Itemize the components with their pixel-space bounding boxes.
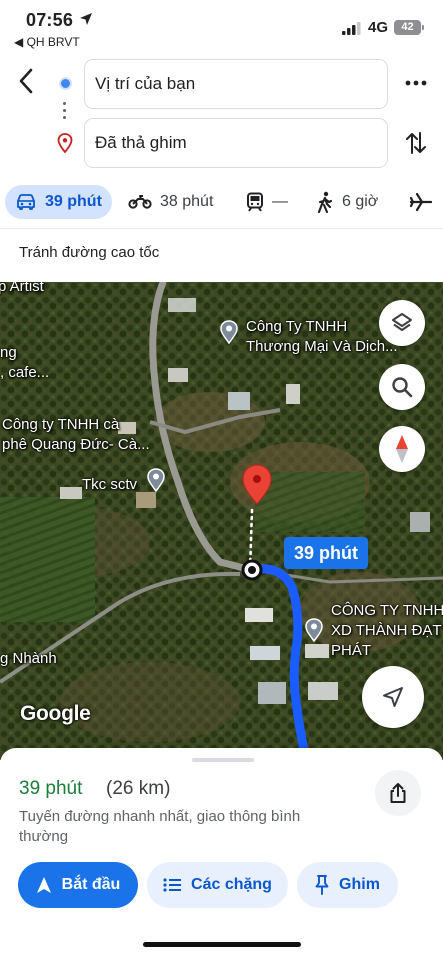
- route-duration: 39 phút: [19, 778, 83, 799]
- map-label-company1-line2[interactable]: Thương Mại Và Dịch...: [246, 338, 398, 356]
- layers-button[interactable]: [379, 300, 425, 346]
- destination-input[interactable]: Đã thả ghim: [84, 118, 388, 168]
- satellite-map[interactable]: p Artist ng , cafe... Công Ty TNHH Thươn…: [0, 282, 443, 760]
- search-along-route-button[interactable]: [379, 364, 425, 410]
- poi-marker-icon[interactable]: [305, 618, 323, 642]
- route-eta-bubble[interactable]: 39 phút: [284, 537, 369, 569]
- search-icon: [392, 377, 413, 398]
- compass-icon: [396, 435, 408, 463]
- divider: [0, 228, 443, 229]
- network-type: 4G: [368, 19, 389, 36]
- route-options-link[interactable]: Tránh đường cao tốc: [19, 244, 159, 261]
- battery-icon: 42: [394, 20, 421, 35]
- swap-directions-icon[interactable]: [404, 130, 428, 156]
- start-navigation-button[interactable]: Bắt đầu: [18, 862, 138, 908]
- back-to-app-link[interactable]: ◀ QH BRVT: [14, 35, 80, 49]
- walk-icon: [317, 191, 333, 213]
- route-connector-dots: [63, 102, 67, 123]
- map-label-company2-line1[interactable]: Công ty TNHH cà: [2, 416, 119, 434]
- compass-button[interactable]: [379, 426, 425, 472]
- route-distance: (26 km): [106, 778, 171, 799]
- start-label: Bắt đầu: [61, 876, 121, 893]
- map-label-artist[interactable]: p Artist: [0, 282, 44, 296]
- airplane-icon: [410, 192, 432, 212]
- tab-transit-label: —: [272, 193, 288, 210]
- pin-icon: [315, 875, 329, 895]
- map-label-nhanh[interactable]: g Nhành: [0, 650, 57, 668]
- map-label-company1-line1[interactable]: Công Ty TNHH: [246, 318, 347, 336]
- navigation-arrow-icon: [383, 687, 403, 707]
- home-indicator[interactable]: [143, 942, 301, 947]
- car-icon: [17, 194, 35, 210]
- navigation-arrow-icon: [36, 877, 51, 893]
- share-button[interactable]: [375, 770, 421, 816]
- tab-transit[interactable]: —: [246, 185, 288, 219]
- tab-motorbike-label: 38 phút: [160, 193, 214, 210]
- tab-walking-label: 6 giờ: [342, 193, 379, 210]
- origin-input[interactable]: Vị trí của bạn: [84, 59, 388, 109]
- back-arrow-icon[interactable]: [12, 64, 42, 98]
- poi-marker-icon[interactable]: [147, 468, 165, 492]
- list-icon: [163, 878, 182, 892]
- google-logo: Google: [20, 702, 91, 725]
- map-label-company2-line2[interactable]: phê Quang Đức- Cà...: [2, 436, 150, 454]
- pin-button[interactable]: Ghim: [297, 862, 398, 908]
- location-arrow-icon: [80, 13, 92, 25]
- battery-tip: [422, 25, 424, 30]
- route-description: Tuyến đường nhanh nhất, giao thông bình …: [19, 808, 301, 845]
- tab-driving[interactable]: 39 phút: [5, 185, 112, 219]
- destination-pin-icon: [57, 133, 73, 153]
- steps-button[interactable]: Các chặng: [147, 862, 288, 908]
- clock: 07:56: [26, 10, 74, 30]
- tab-flight[interactable]: [410, 185, 440, 219]
- steps-label: Các chặng: [191, 876, 272, 893]
- layers-icon: [392, 313, 412, 331]
- tab-motorbike[interactable]: 38 phút: [128, 185, 213, 219]
- motorbike-icon: [128, 195, 152, 209]
- cellular-signal-icon: [342, 22, 361, 35]
- train-icon: [247, 192, 263, 212]
- tab-driving-label: 39 phút: [45, 193, 102, 210]
- tab-walking[interactable]: 6 giờ: [316, 185, 378, 219]
- route-summary-sheet: 39 phút (26 km) Tuyến đường nhanh nhất, …: [0, 748, 443, 960]
- map-label-company3-line3[interactable]: PHÁT: [331, 642, 371, 660]
- battery-level: 42: [401, 21, 414, 33]
- poi-marker-icon[interactable]: [220, 320, 238, 344]
- map-label-cafe-line2[interactable]: , cafe...: [0, 364, 49, 382]
- sheet-grab-handle[interactable]: [192, 758, 254, 762]
- more-options-icon[interactable]: [402, 73, 430, 93]
- my-location-button[interactable]: [362, 666, 424, 728]
- map-label-company3-line2[interactable]: XD THÀNH ĐẠT: [331, 622, 442, 640]
- share-icon: [390, 783, 406, 803]
- origin-dot-icon: [59, 77, 72, 90]
- map-label-cafe-line1[interactable]: ng: [0, 344, 17, 362]
- travel-mode-tabs: 39 phút 38 phút — 6 giờ: [0, 182, 443, 222]
- map-label-company3-line1[interactable]: CÔNG TY TNHH: [331, 602, 443, 620]
- map-label-tkc[interactable]: Tkc sctv: [82, 476, 137, 494]
- status-bar: 07:56 ◀ QH BRVT 4G 42: [0, 0, 443, 52]
- pin-label: Ghim: [339, 876, 380, 893]
